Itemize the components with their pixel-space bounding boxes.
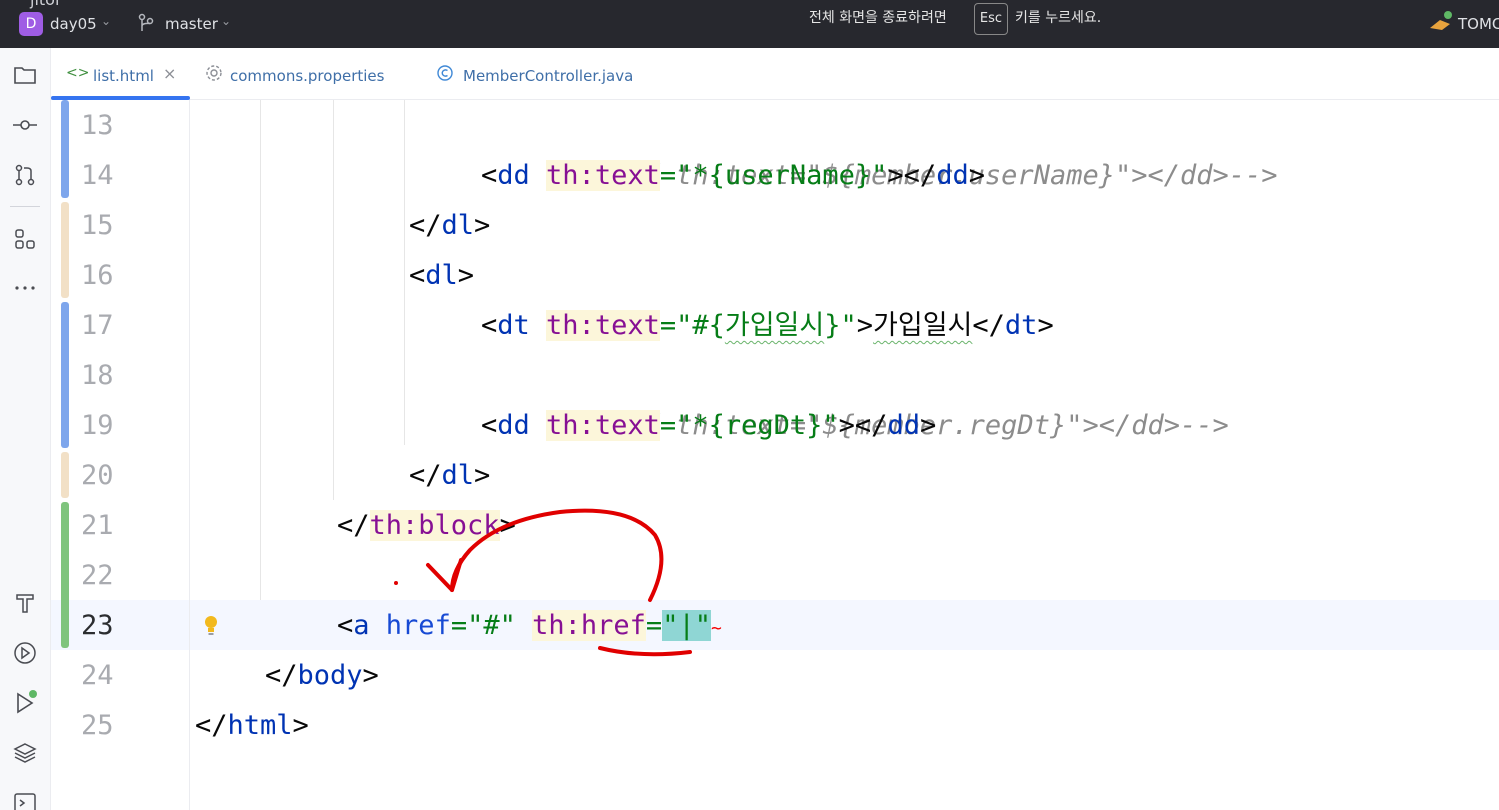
code-line: </body> — [265, 660, 379, 691]
line-number: 13 — [81, 110, 114, 141]
line-number: 16 — [81, 260, 114, 291]
run-config-name[interactable]: TOMC — [1458, 15, 1499, 33]
folder-icon[interactable] — [12, 62, 38, 88]
code-line: </html> — [195, 710, 309, 741]
line-number: 24 — [81, 660, 114, 691]
editor-tab-bar: <> list.html × commons.properties Member… — [51, 48, 1499, 100]
branch-name[interactable]: master — [165, 15, 218, 33]
esc-key-hint: Esc — [974, 3, 1008, 35]
code-line-current: <a href="#" th:href="|"~ — [337, 610, 722, 641]
tab-label: commons.properties — [230, 67, 385, 85]
more-icon[interactable] — [12, 274, 38, 300]
code-line: <dd th:text="*{userName}"></dd> — [481, 160, 985, 191]
structure-icon[interactable] — [12, 226, 38, 252]
code-line: </th:block> — [337, 510, 516, 541]
code-line: </dl> — [409, 210, 491, 241]
tab-member-controller[interactable]: MemberController.java — [435, 48, 685, 100]
pull-requests-icon[interactable] — [12, 162, 38, 188]
branch-icon — [137, 12, 155, 38]
caret-row-highlight — [51, 600, 1499, 650]
change-marker[interactable] — [61, 452, 69, 498]
line-number: 22 — [81, 560, 114, 591]
code-line: <!--<dd th:text="${member.userName}"></d… — [481, 101, 1278, 191]
terminal-icon[interactable] — [12, 790, 38, 810]
toolstrip-divider — [10, 206, 40, 207]
indent-guide — [404, 100, 405, 445]
java-class-icon — [436, 64, 454, 86]
change-marker-modified[interactable] — [61, 100, 69, 198]
tab-list-html[interactable]: <> list.html × — [51, 48, 190, 100]
layers-icon[interactable] — [12, 740, 38, 766]
code-line: </dl> — [409, 460, 491, 491]
code-line: <!--<dd th:text="${member.regDt}"></dd>-… — [481, 351, 1229, 441]
code-line: <dl> — [409, 260, 475, 291]
lightbulb-icon[interactable] — [203, 615, 219, 641]
line-number: 20 — [81, 460, 114, 491]
indent-guide — [333, 100, 334, 500]
line-number: 25 — [81, 710, 114, 741]
change-marker-modified[interactable] — [61, 302, 69, 448]
line-number: 14 — [81, 160, 114, 191]
run-config-icon[interactable] — [1428, 10, 1454, 38]
fullscreen-message: 전체 화면을 종료하려면 — [809, 10, 947, 26]
close-icon[interactable]: × — [163, 64, 176, 83]
project-badge[interactable]: D — [19, 12, 43, 36]
run-icon[interactable] — [12, 690, 38, 716]
code-line: <dt th:text="#{가입일시}">가입일시</dt> — [481, 310, 1054, 341]
commit-icon[interactable] — [12, 112, 38, 138]
fullscreen-message-suffix: 키를 누르세요. — [1015, 10, 1102, 26]
line-number: 21 — [81, 510, 114, 541]
project-name[interactable]: day05 — [50, 15, 97, 33]
html-file-icon: <> — [66, 65, 90, 81]
line-number: 15 — [81, 210, 114, 241]
line-number: 19 — [81, 410, 114, 441]
services-icon[interactable] — [12, 640, 38, 666]
chevron-down-icon[interactable]: ⌄ — [101, 14, 111, 28]
indent-guide — [260, 100, 261, 600]
tool-window-strip — [0, 48, 51, 810]
title-bar: jitoi D day05 ⌄ master ⌄ 전체 화면을 종료하려면 Es… — [0, 0, 1499, 48]
app-logo: jitoi — [30, 0, 59, 9]
tab-label: list.html — [93, 67, 154, 85]
change-marker[interactable] — [61, 202, 69, 298]
line-number: 18 — [81, 360, 114, 391]
chevron-down-icon[interactable]: ⌄ — [221, 14, 231, 28]
line-number: 17 — [81, 310, 114, 341]
change-marker-added[interactable] — [61, 502, 69, 648]
tab-commons-properties[interactable]: commons.properties — [201, 48, 421, 100]
line-number-current: 23 — [81, 610, 114, 641]
editor-gutter: 13 14 15 16 17 18 19 20 21 22 23 24 25 — [51, 100, 190, 810]
build-icon[interactable] — [12, 590, 38, 616]
tab-label: MemberController.java — [463, 67, 634, 85]
code-editor[interactable]: 13 14 15 16 17 18 19 20 21 22 23 24 25 <… — [51, 100, 1499, 810]
gear-icon — [205, 64, 223, 86]
code-line: <dd th:text="*{regDt}"></dd> — [481, 410, 937, 441]
